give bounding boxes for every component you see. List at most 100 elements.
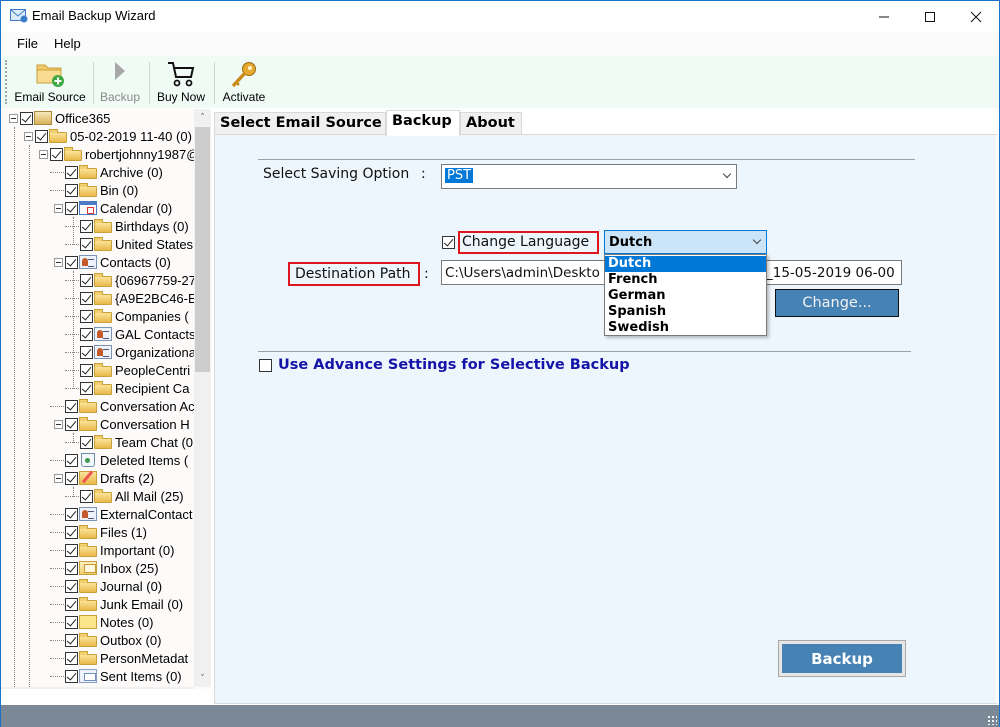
tree-node-checkbox[interactable] xyxy=(80,273,93,287)
tree-node[interactable]: GAL Contacts xyxy=(80,325,194,343)
backup-toolbar-button[interactable]: Backup xyxy=(97,56,143,108)
tree-node-checkbox[interactable] xyxy=(65,165,78,179)
change-path-button[interactable]: Change... xyxy=(775,289,899,317)
tree-node[interactable]: Conversation Ac xyxy=(65,397,194,415)
tree-node-checkbox[interactable] xyxy=(80,219,93,233)
close-button[interactable] xyxy=(953,1,999,32)
tree-node-checkbox[interactable] xyxy=(80,327,93,341)
tree-vscroll-thumb[interactable] xyxy=(195,127,210,372)
email-source-button[interactable]: Email Source xyxy=(13,56,87,108)
collapse-icon[interactable] xyxy=(54,203,63,213)
scroll-right-icon[interactable]: › xyxy=(177,687,194,689)
tree-node[interactable]: Team Chat (0 xyxy=(80,433,193,451)
tree-node[interactable]: United States xyxy=(80,235,193,253)
tree-vertical-scrollbar[interactable]: ˄ ˅ xyxy=(194,109,211,687)
tree-node-checkbox[interactable] xyxy=(50,147,63,161)
tree-node-checkbox[interactable] xyxy=(65,255,78,269)
change-language-checkbox[interactable] xyxy=(442,236,455,249)
tree-node-checkbox[interactable] xyxy=(80,291,93,305)
tree-node[interactable]: ExternalContact xyxy=(65,505,193,523)
tree-node[interactable]: Calendar (0) xyxy=(54,199,172,217)
collapse-icon[interactable] xyxy=(9,113,18,123)
tree-node-checkbox[interactable] xyxy=(65,669,78,683)
language-option-dutch[interactable]: Dutch xyxy=(605,256,766,272)
collapse-icon[interactable] xyxy=(54,257,63,267)
tree-node[interactable]: Bin (0) xyxy=(65,181,138,199)
tree-node[interactable]: Journal (0) xyxy=(65,577,162,595)
advance-settings-label[interactable]: Use Advance Settings for Selective Backu… xyxy=(278,357,630,373)
tree-node-checkbox[interactable] xyxy=(80,345,93,359)
tree-node-checkbox[interactable] xyxy=(65,453,78,467)
tree-node-checkbox[interactable] xyxy=(65,561,78,575)
tree-node-checkbox[interactable] xyxy=(20,111,33,125)
language-select[interactable]: Dutch xyxy=(604,230,767,254)
tree-node-checkbox[interactable] xyxy=(65,651,78,665)
tree-node-checkbox[interactable] xyxy=(65,183,78,197)
menu-file[interactable]: File xyxy=(17,36,38,51)
tree-node[interactable]: Junk Email (0) xyxy=(65,595,183,613)
tree-horizontal-scrollbar[interactable]: ‹ › xyxy=(1,687,194,689)
tree-node-checkbox[interactable] xyxy=(65,399,78,413)
tree-node-checkbox[interactable] xyxy=(65,417,78,431)
buy-now-button[interactable]: Buy Now xyxy=(153,56,209,108)
tree-node[interactable]: Deleted Items ( xyxy=(65,451,188,469)
tree-node[interactable]: Birthdays (0) xyxy=(80,217,189,235)
tree-node-checkbox[interactable] xyxy=(35,129,48,143)
tree-node-checkbox[interactable] xyxy=(65,615,78,629)
tree-node[interactable]: Companies ( xyxy=(80,307,189,325)
tree-node[interactable]: 05-02-2019 11-40 (0) xyxy=(24,127,192,145)
tree-node-checkbox[interactable] xyxy=(80,381,93,395)
tree-node-checkbox[interactable] xyxy=(65,543,78,557)
tree-node-checkbox[interactable] xyxy=(65,579,78,593)
tree-node[interactable]: PersonMetadat xyxy=(65,649,188,667)
tree-node-checkbox[interactable] xyxy=(65,525,78,539)
tree-node[interactable]: Files (1) xyxy=(65,523,147,541)
tree-node[interactable]: {06967759-27 xyxy=(80,271,194,289)
tree-node[interactable]: Archive (0) xyxy=(65,163,163,181)
language-option-swedish[interactable]: Swedish xyxy=(605,320,766,336)
tree-node[interactable]: All Mail (25) xyxy=(80,487,184,505)
tab-backup[interactable]: Backup xyxy=(386,110,460,136)
minimize-button[interactable] xyxy=(861,1,907,32)
language-option-german[interactable]: German xyxy=(605,288,766,304)
scroll-up-icon[interactable]: ˄ xyxy=(194,109,211,126)
tree-node[interactable]: Recipient Ca xyxy=(80,379,189,397)
tree-node[interactable]: Drafts (2) xyxy=(54,469,154,487)
tree-node[interactable]: Important (0) xyxy=(65,541,174,559)
tree-node-checkbox[interactable] xyxy=(80,237,93,251)
resize-grip-icon[interactable] xyxy=(987,715,997,725)
advance-settings-checkbox[interactable] xyxy=(259,359,272,372)
tree-node[interactable]: Inbox (25) xyxy=(65,559,159,577)
tree-node-checkbox[interactable] xyxy=(65,507,78,521)
maximize-button[interactable] xyxy=(907,1,953,32)
collapse-icon[interactable] xyxy=(54,419,63,429)
collapse-icon[interactable] xyxy=(54,473,63,483)
tab-select-email-source[interactable]: Select Email Source xyxy=(214,112,386,135)
tree-node-checkbox[interactable] xyxy=(80,435,93,449)
tree-node-checkbox[interactable] xyxy=(65,597,78,611)
tab-about[interactable]: About xyxy=(460,112,522,135)
scroll-down-icon[interactable]: ˅ xyxy=(194,670,211,687)
tree-node[interactable]: Office365 xyxy=(9,109,110,127)
collapse-icon[interactable] xyxy=(24,131,33,141)
menu-help[interactable]: Help xyxy=(54,36,81,51)
language-option-french[interactable]: French xyxy=(605,272,766,288)
tree-node[interactable]: {A9E2BC46-E xyxy=(80,289,194,307)
tree-node[interactable]: Contacts (0) xyxy=(54,253,171,271)
tree-node[interactable]: Outbox (0) xyxy=(65,631,161,649)
scroll-left-icon[interactable]: ‹ xyxy=(1,687,18,689)
backup-button[interactable]: Backup xyxy=(778,640,906,677)
activate-button[interactable]: Activate xyxy=(218,56,270,108)
tree-node-checkbox[interactable] xyxy=(80,309,93,323)
tree-node[interactable]: Organizationa xyxy=(80,343,194,361)
tree-node-checkbox[interactable] xyxy=(80,489,93,503)
tree-node-checkbox[interactable] xyxy=(80,363,93,377)
tree-node[interactable]: Sent Items (0) xyxy=(65,667,182,685)
tree-node-checkbox[interactable] xyxy=(65,471,78,485)
collapse-icon[interactable] xyxy=(39,149,48,159)
tree-node[interactable]: PeopleCentri xyxy=(80,361,190,379)
saving-option-select[interactable]: PST xyxy=(441,164,737,189)
tree-node-checkbox[interactable] xyxy=(65,201,78,215)
tree-node[interactable]: Notes (0) xyxy=(65,613,153,631)
tree-node-checkbox[interactable] xyxy=(65,633,78,647)
